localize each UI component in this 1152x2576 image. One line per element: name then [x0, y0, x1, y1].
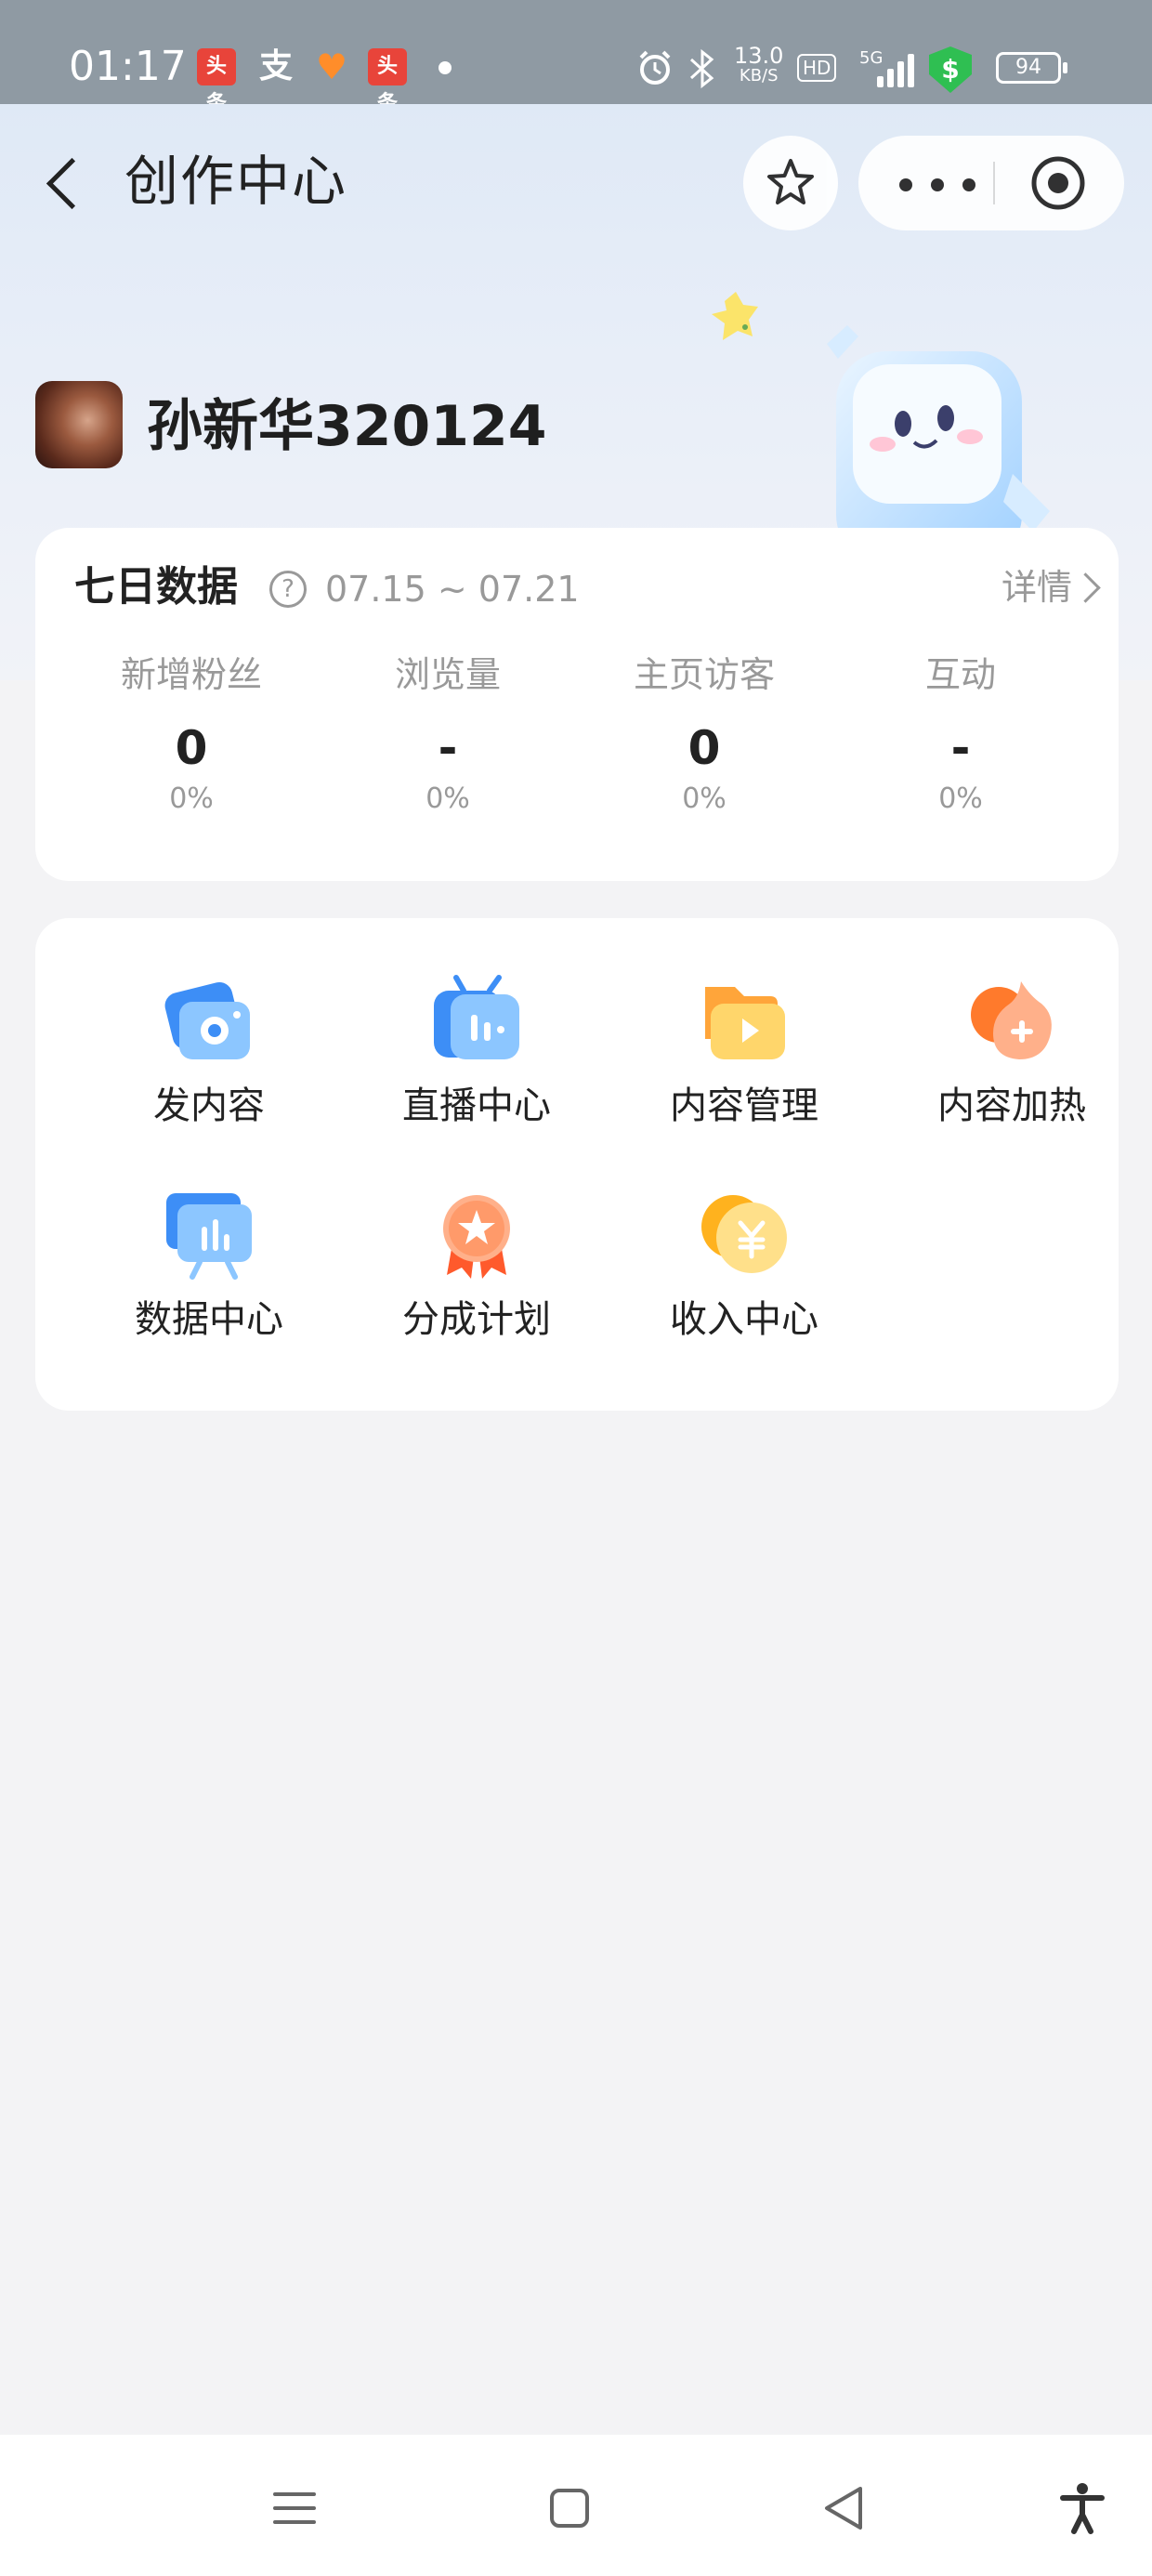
- metric-profile-visitors[interactable]: 主页访客 0 0%: [576, 649, 832, 818]
- more-options-button[interactable]: [896, 169, 979, 197]
- coin-yen-icon: [701, 1195, 787, 1273]
- flame-plus-icon: [971, 981, 1052, 1059]
- metric-value: 0: [687, 721, 721, 775]
- mini-program-capsule: [858, 136, 1124, 230]
- tool-label: 收入中心: [670, 1298, 818, 1341]
- date-range: 07.15 ~ 07.21: [325, 569, 580, 610]
- help-icon[interactable]: ?: [269, 571, 307, 608]
- metric-change: 0%: [425, 782, 470, 815]
- metric-value: -: [950, 721, 971, 775]
- tool-label: 发内容: [153, 1084, 265, 1127]
- alarm-icon: [639, 50, 671, 85]
- camera-icon: [164, 981, 250, 1059]
- weekly-data-card: 七日数据 ? 07.15 ~ 07.21 详情 新增粉丝 0 0% 浏览量 - …: [35, 528, 1119, 881]
- metric-change: 0%: [682, 782, 727, 815]
- metric-label: 互动: [924, 654, 996, 695]
- metric-change: 0%: [938, 782, 983, 815]
- tool-data-center[interactable]: 数据中心: [84, 1188, 334, 1373]
- tool-label: 直播中心: [402, 1084, 551, 1127]
- tool-label: 分成计划: [402, 1298, 551, 1341]
- heart-notification-icon: ♥: [315, 46, 348, 87]
- metric-value: -: [438, 721, 458, 775]
- tool-label: 内容管理: [670, 1084, 818, 1127]
- tool-content-management[interactable]: 内容管理: [619, 974, 870, 1160]
- battery-icon: 94: [996, 52, 1067, 84]
- more-notifications-dot-icon: [439, 61, 452, 74]
- details-link[interactable]: 详情: [1001, 561, 1072, 613]
- metric-label: 新增粉丝: [120, 654, 262, 695]
- metric-page-views[interactable]: 浏览量 - 0%: [320, 649, 576, 818]
- tools-card: 发内容 直播中心 内容管理 内容加热 数据中心 分成计划 收入中心: [35, 918, 1119, 1411]
- close-mini-program-button[interactable]: [1029, 154, 1087, 212]
- weekly-data-title: 七日数据: [74, 563, 238, 611]
- home-square-icon[interactable]: [537, 2476, 602, 2541]
- username: 孙新华320124: [147, 394, 547, 459]
- medal-icon: [443, 1195, 510, 1279]
- hd-badge: HD: [797, 54, 837, 82]
- favorite-button[interactable]: [743, 136, 838, 230]
- tv-icon: [434, 975, 519, 1059]
- metric-label: 主页访客: [633, 654, 775, 695]
- alipay-notification-icon: 支: [258, 47, 293, 85]
- metric-label: 浏览量: [394, 654, 501, 695]
- star-icon: [767, 159, 814, 204]
- toutiao-notification-icon-2: 头条: [368, 48, 407, 115]
- status-bar: 01:17 头条 支 ♥ 头条 13.0 KB/S HD 5G $ 94: [0, 0, 1152, 115]
- page-title: 创作中心: [124, 150, 348, 213]
- bar-chart-icon: [166, 1193, 252, 1280]
- capsule-divider: [993, 162, 995, 204]
- tool-content-boost[interactable]: 内容加热: [886, 974, 1137, 1160]
- tool-income-center[interactable]: 收入中心: [619, 1188, 870, 1373]
- menu-icon[interactable]: [262, 2476, 327, 2541]
- security-shield-icon: $: [929, 46, 972, 93]
- metric-value: 0: [175, 721, 208, 775]
- toutiao-notification-icon: 头条: [197, 48, 236, 115]
- status-time: 01:17: [69, 43, 187, 90]
- folder-play-icon: [705, 987, 785, 1059]
- chevron-right-icon[interactable]: [1070, 572, 1101, 603]
- system-navigation-bar: [0, 2435, 1152, 2576]
- tool-live-center[interactable]: 直播中心: [351, 974, 602, 1160]
- back-button[interactable]: [37, 149, 93, 214]
- tool-label: 数据中心: [135, 1298, 283, 1341]
- metric-interactions[interactable]: 互动 - 0%: [832, 649, 1089, 818]
- tool-post-content[interactable]: 发内容: [84, 974, 334, 1160]
- back-triangle-icon[interactable]: [812, 2476, 877, 2541]
- network-speed: 13.0 KB/S: [734, 43, 784, 85]
- metric-new-followers[interactable]: 新增粉丝 0 0%: [63, 649, 320, 818]
- tool-label: 内容加热: [937, 1084, 1086, 1127]
- tool-revenue-share-plan[interactable]: 分成计划: [351, 1188, 602, 1373]
- signal-bars-icon: [877, 52, 914, 87]
- mascot-illustration: [712, 292, 1050, 548]
- metric-change: 0%: [169, 782, 214, 815]
- avatar[interactable]: [35, 381, 123, 468]
- bluetooth-icon: [689, 48, 714, 89]
- accessibility-icon[interactable]: [1050, 2476, 1115, 2541]
